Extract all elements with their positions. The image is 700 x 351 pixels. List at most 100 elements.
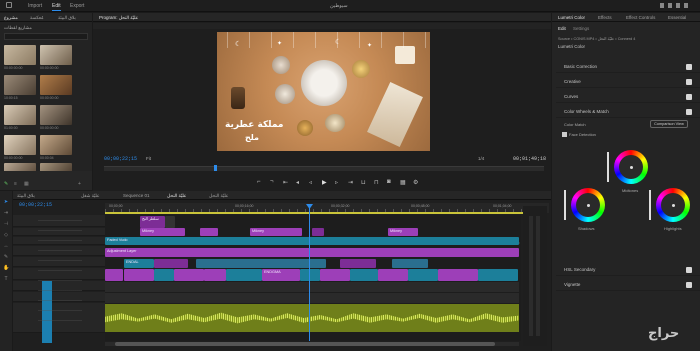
face-detection-checkbox[interactable] [562,132,567,137]
section-vignette[interactable]: Vignette [556,279,700,291]
pencil-icon[interactable]: ✎ [4,181,8,187]
program-timecode[interactable]: 00;00;22;15 [104,156,137,162]
clip-thumb[interactable] [4,135,36,155]
selection-tool-icon[interactable]: ➤ [3,199,9,205]
timeline-clip[interactable] [124,269,154,281]
clip-thumb[interactable] [4,75,36,95]
timeline-clip[interactable] [204,269,226,281]
fit-dropdown[interactable]: Fit [146,156,151,161]
section-toggle[interactable] [686,64,692,70]
tab-lumetri-color[interactable]: Lumetri Color [558,15,585,20]
timeline-tab[interactable]: بلاق البيئة [17,193,35,199]
timeline-clip[interactable] [438,269,478,281]
ripple-edit-icon[interactable]: ⊣ [3,221,9,227]
clip-thumb[interactable] [40,75,72,95]
home-icon[interactable] [6,2,12,8]
timeline-clip[interactable] [154,259,188,268]
wheel-handle[interactable] [586,203,590,207]
razor-tool-icon[interactable]: ◇ [3,232,9,238]
fx-label[interactable]: Lumetri Color [558,44,585,49]
timeline-timecode[interactable]: 00;00;22;15 [19,202,52,208]
section-curves[interactable]: Curves [556,91,700,103]
section-toggle[interactable] [686,79,692,85]
wheel-handle[interactable] [671,203,675,207]
goto-out-icon[interactable]: ⇥ [348,179,353,186]
scrollbar-thumb[interactable] [115,342,495,346]
clip-thumb[interactable] [4,45,36,65]
section-hsl-secondary[interactable]: HSL Secondary [556,264,700,276]
clip-thumb[interactable] [40,135,72,155]
subtab-settings[interactable]: Settings [573,26,589,31]
timeline-tab[interactable]: Sequence 01 [123,193,150,198]
midtones-slider[interactable] [607,152,609,182]
tab-project[interactable]: مشروع [4,15,18,21]
settings-icon[interactable]: ⚙ [413,179,418,186]
step-forward-icon[interactable]: ▹ [335,179,338,186]
subtab-edit[interactable]: Edit [558,26,566,31]
timeline-clip[interactable] [154,269,174,281]
mark-in-icon[interactable]: ⌐ [257,179,261,185]
play-icon[interactable]: ▶ [322,179,327,186]
shadows-slider[interactable] [564,190,566,220]
section-creative[interactable]: Creative [556,76,700,88]
audio-clip[interactable] [105,304,519,332]
timeline-clip[interactable] [320,269,350,281]
timeline-clip[interactable]: ENDAL [124,259,154,268]
slip-tool-icon[interactable]: ↔ [3,243,9,249]
highlights-slider[interactable] [649,190,651,220]
playhead-marker[interactable] [214,165,217,171]
timeline-clip[interactable] [350,269,378,281]
timeline-ruler[interactable]: 00;00;00 00;00;16;00 00;00;32;00 00;00;4… [105,203,549,214]
timeline-clip[interactable] [378,269,408,281]
icon-view-icon[interactable]: ▦ [24,181,29,187]
timeline-clip[interactable] [226,269,262,281]
section-color-wheels[interactable]: Color Wheels & Match [556,106,700,118]
timeline-clip[interactable]: Mikney [250,228,302,236]
work-area-bar[interactable] [105,212,527,214]
timeline-clip[interactable] [174,269,204,281]
timeline-clip[interactable]: سلطر النح [140,216,165,228]
timeline-clip[interactable]: Faded Vudo [105,237,519,245]
section-toggle[interactable] [686,94,692,100]
new-item-icon[interactable]: + [78,181,81,187]
clip-thumb[interactable] [4,105,36,125]
timeline-clip[interactable] [392,259,428,268]
timeline-clip[interactable] [312,228,324,236]
timeline-clip[interactable]: Mikney [140,228,185,236]
program-scrub-bar[interactable] [104,165,544,171]
menu-edit[interactable]: Edit [52,3,61,11]
menu-export[interactable]: Export [70,3,84,9]
export-frame-icon[interactable]: ◙ [387,179,391,185]
tab-effects[interactable]: Effects [598,15,612,20]
comparison-view-button[interactable]: Comparison View [650,120,688,128]
extract-icon[interactable]: ⊓ [374,179,379,186]
tab-bin-2[interactable]: بلاق البيئة [58,15,76,21]
timeline-clip[interactable]: Mikney [388,228,418,236]
step-back-frame-icon[interactable]: ◃ [309,179,312,186]
hand-tool-icon[interactable]: ✋ [3,265,9,271]
lift-icon[interactable]: ⊔ [361,179,366,186]
quality-dropdown[interactable]: 1/4 [478,156,484,161]
clip-thumb[interactable] [40,45,72,65]
timeline-playhead[interactable] [309,206,310,341]
timeline-clip[interactable] [300,269,320,281]
timeline-clip[interactable]: Adjustment Layer [105,248,519,257]
timeline-clip[interactable] [196,259,326,268]
timeline-tab[interactable]: عليّة النحل [209,193,229,199]
timeline-tab[interactable]: عليّة شغل [81,193,100,199]
workspace-icons[interactable] [660,3,690,8]
type-tool-icon[interactable]: T [3,276,9,282]
clip-thumb[interactable] [40,105,72,125]
timeline-scrollbar[interactable] [105,342,519,346]
track-select-icon[interactable]: ⇥ [3,210,9,216]
timeline-clip[interactable] [200,228,218,236]
tab-effect-controls[interactable]: Effect Controls [626,15,655,20]
menu-import[interactable]: Import [28,3,42,9]
goto-in-icon[interactable]: ⇤ [283,179,288,186]
section-toggle[interactable] [686,267,692,273]
timeline-clip[interactable] [340,259,376,268]
list-view-icon[interactable]: ≡ [14,181,17,187]
step-back-icon[interactable]: ◂ [296,179,299,186]
timeline-tab-active[interactable]: عليّة النحل [167,193,187,199]
tab-program[interactable]: Program: عليّة النحل [99,15,138,21]
